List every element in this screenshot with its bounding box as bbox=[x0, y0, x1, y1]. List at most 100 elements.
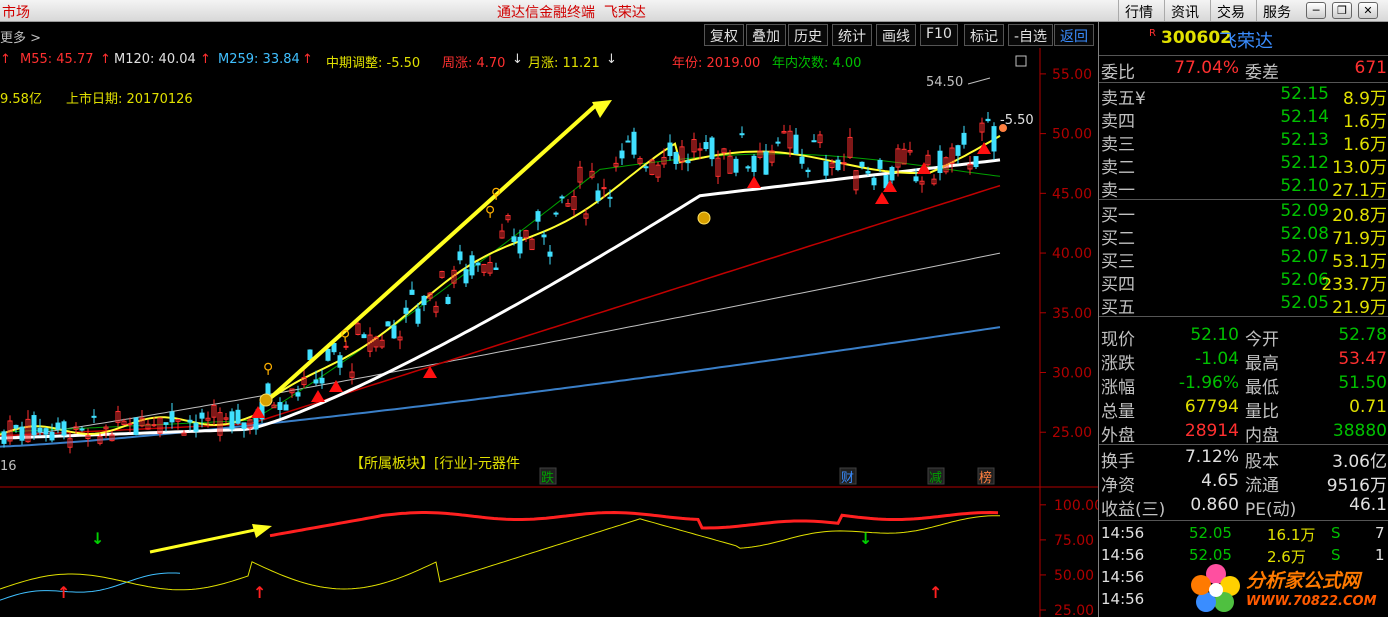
tick-price: 52.05 bbox=[1189, 524, 1232, 542]
candle-body bbox=[511, 236, 517, 243]
close-icon[interactable]: ✕ bbox=[1358, 2, 1378, 19]
adjust-right-button[interactable]: 复权 bbox=[704, 24, 744, 46]
service-menu-button[interactable]: 服务 bbox=[1256, 0, 1297, 21]
ask-row[interactable]: 卖五¥ 52.15 8.9万 bbox=[1099, 84, 1388, 109]
stats-row[interactable]: 换手 7.12% 股本 3.06亿 bbox=[1099, 447, 1388, 472]
candle-body bbox=[199, 412, 205, 419]
candle-body bbox=[973, 156, 979, 168]
candle-body bbox=[283, 404, 289, 411]
sub-tick-label: 50.00 bbox=[1054, 568, 1094, 584]
draw-line-button[interactable]: 画线 bbox=[876, 24, 916, 46]
ask-volume: 27.1万 bbox=[1332, 181, 1387, 201]
trend-arrow-head-icon bbox=[592, 100, 612, 118]
candle-body bbox=[133, 417, 139, 435]
logo-line1: 分析家公式网 bbox=[1246, 570, 1361, 592]
bid-row[interactable]: 买五 52.05 21.9万 bbox=[1099, 293, 1388, 318]
ask-row[interactable]: 卖三 52.13 1.6万 bbox=[1099, 130, 1388, 155]
candle-body bbox=[871, 177, 877, 186]
candle-body bbox=[307, 349, 313, 361]
bid-label: 买五 bbox=[1101, 298, 1135, 318]
ask-row[interactable]: 卖一 52.10 27.1万 bbox=[1099, 176, 1388, 201]
panel-separator bbox=[1099, 199, 1388, 200]
bid-price: 52.09 bbox=[1280, 201, 1329, 221]
buy-signal-triangle-icon bbox=[311, 390, 325, 402]
quote-row-value: -1.04 bbox=[1195, 349, 1239, 369]
indicator-chart[interactable]: ↑ ↓ ↑ ↓ ↑ 100.00 75.00 50.00 25.00 bbox=[0, 488, 1098, 617]
mid-adjust-value: 中期调整: -5.50 bbox=[326, 56, 421, 71]
candle-body bbox=[337, 355, 343, 368]
bid-row[interactable]: 买三 52.07 53.1万 bbox=[1099, 247, 1388, 272]
quote-row-label2: 量比 bbox=[1245, 402, 1279, 422]
quote-row-label2: 今开 bbox=[1245, 330, 1279, 350]
stock-flag: R bbox=[1149, 28, 1156, 39]
candle-body bbox=[1, 431, 7, 444]
ask-row[interactable]: 卖四 52.14 1.6万 bbox=[1099, 107, 1388, 132]
ask-price: 52.13 bbox=[1280, 130, 1329, 150]
overlay-button[interactable]: 叠加 bbox=[746, 24, 786, 46]
candle-body bbox=[241, 422, 247, 429]
candle-body bbox=[475, 262, 481, 266]
restore-icon[interactable]: ❐ bbox=[1332, 2, 1352, 19]
candle-body bbox=[955, 145, 961, 156]
tick-count: 7 bbox=[1375, 524, 1385, 542]
ask-row[interactable]: 卖二 52.12 13.0万 bbox=[1099, 153, 1388, 178]
quote-row-label2: 最低 bbox=[1245, 378, 1279, 398]
stats-row-label2: 股本 bbox=[1245, 452, 1279, 472]
candle-body bbox=[739, 133, 745, 136]
ask-volume: 8.9万 bbox=[1342, 89, 1387, 109]
candle-body bbox=[421, 295, 427, 306]
candle-body bbox=[343, 345, 349, 348]
more-button[interactable]: 更多 > bbox=[0, 27, 41, 46]
quote-row[interactable]: 涨跌 -1.04 最高 53.47 bbox=[1099, 349, 1388, 374]
bid-volume: 71.9万 bbox=[1332, 229, 1387, 249]
candle-body bbox=[667, 142, 673, 157]
kline-chart[interactable]: ⚲⚲⚲⚲54.50-5.5016 【所属板块】[行业]-元器件跌财减榜 55.00… bbox=[0, 48, 1098, 488]
order-ratio-row-value2: 671 bbox=[1354, 58, 1387, 78]
bid-row[interactable]: 买二 52.08 71.9万 bbox=[1099, 224, 1388, 249]
news-menu-button[interactable]: 资讯 bbox=[1164, 0, 1205, 21]
price-tick-label: 30.00 bbox=[1052, 366, 1092, 382]
week-change-value: 周涨: 4.70 bbox=[442, 56, 506, 71]
stats-row-value: 0.860 bbox=[1190, 495, 1239, 515]
order-ratio-row-label2: 委差 bbox=[1245, 63, 1279, 83]
bid-row[interactable]: 买四 52.06 233.7万 bbox=[1099, 270, 1388, 295]
bid-label: 买二 bbox=[1101, 229, 1135, 249]
stats-row[interactable]: 净资 4.65 流通 9516万 bbox=[1099, 471, 1388, 496]
price-tick-label: 45.00 bbox=[1052, 186, 1092, 202]
bid-volume: 53.1万 bbox=[1332, 252, 1387, 272]
candle-body bbox=[361, 334, 367, 339]
history-button[interactable]: 历史 bbox=[788, 24, 828, 46]
order-ratio-row[interactable]: 委比 77.04% 委差 671 bbox=[1099, 58, 1388, 83]
quote-row[interactable]: 外盘 28914 内盘 38880 bbox=[1099, 421, 1388, 446]
mark-button[interactable]: 标记 bbox=[964, 24, 1004, 46]
f10-button[interactable]: F10 bbox=[920, 24, 958, 46]
quote-row[interactable]: 总量 67794 量比 0.71 bbox=[1099, 397, 1388, 422]
stats-button[interactable]: 统计 bbox=[832, 24, 872, 46]
sub-red-line bbox=[269, 510, 999, 538]
back-button[interactable]: 返回 bbox=[1054, 24, 1094, 46]
quote-row[interactable]: 涨幅 -1.96% 最低 51.50 bbox=[1099, 373, 1388, 398]
minimize-icon[interactable]: ─ bbox=[1306, 2, 1326, 19]
candle-body bbox=[745, 166, 751, 169]
quote-menu-button[interactable]: 行情 bbox=[1118, 0, 1159, 21]
candle-body bbox=[877, 159, 883, 169]
candle-body bbox=[733, 158, 739, 173]
event-marker-label: 减 bbox=[929, 471, 942, 486]
candle-body bbox=[859, 161, 865, 167]
candle-body bbox=[463, 269, 469, 284]
quote-row-label2: 内盘 bbox=[1245, 426, 1279, 446]
trade-menu-button[interactable]: 交易 bbox=[1210, 0, 1251, 21]
buy-arrow-icon: ↑ bbox=[929, 583, 942, 602]
market-label[interactable]: 市场 bbox=[0, 2, 30, 22]
bid-row[interactable]: 买一 52.09 20.8万 bbox=[1099, 201, 1388, 226]
sub-arrow-line bbox=[149, 528, 256, 554]
stats-row[interactable]: 收益(三) 0.860 PE(动) 46.1 bbox=[1099, 495, 1388, 520]
quote-row-label: 总量 bbox=[1101, 402, 1135, 422]
remove-watchlist-button[interactable]: -自选 bbox=[1008, 24, 1054, 46]
bid-price: 52.05 bbox=[1280, 293, 1329, 313]
sell-arrow-icon: ↓ bbox=[91, 529, 104, 548]
quote-row[interactable]: 现价 52.10 今开 52.78 bbox=[1099, 325, 1388, 350]
ma55-line bbox=[0, 184, 1001, 437]
quote-row-value: 67794 bbox=[1184, 397, 1239, 417]
candle-body bbox=[325, 348, 331, 361]
